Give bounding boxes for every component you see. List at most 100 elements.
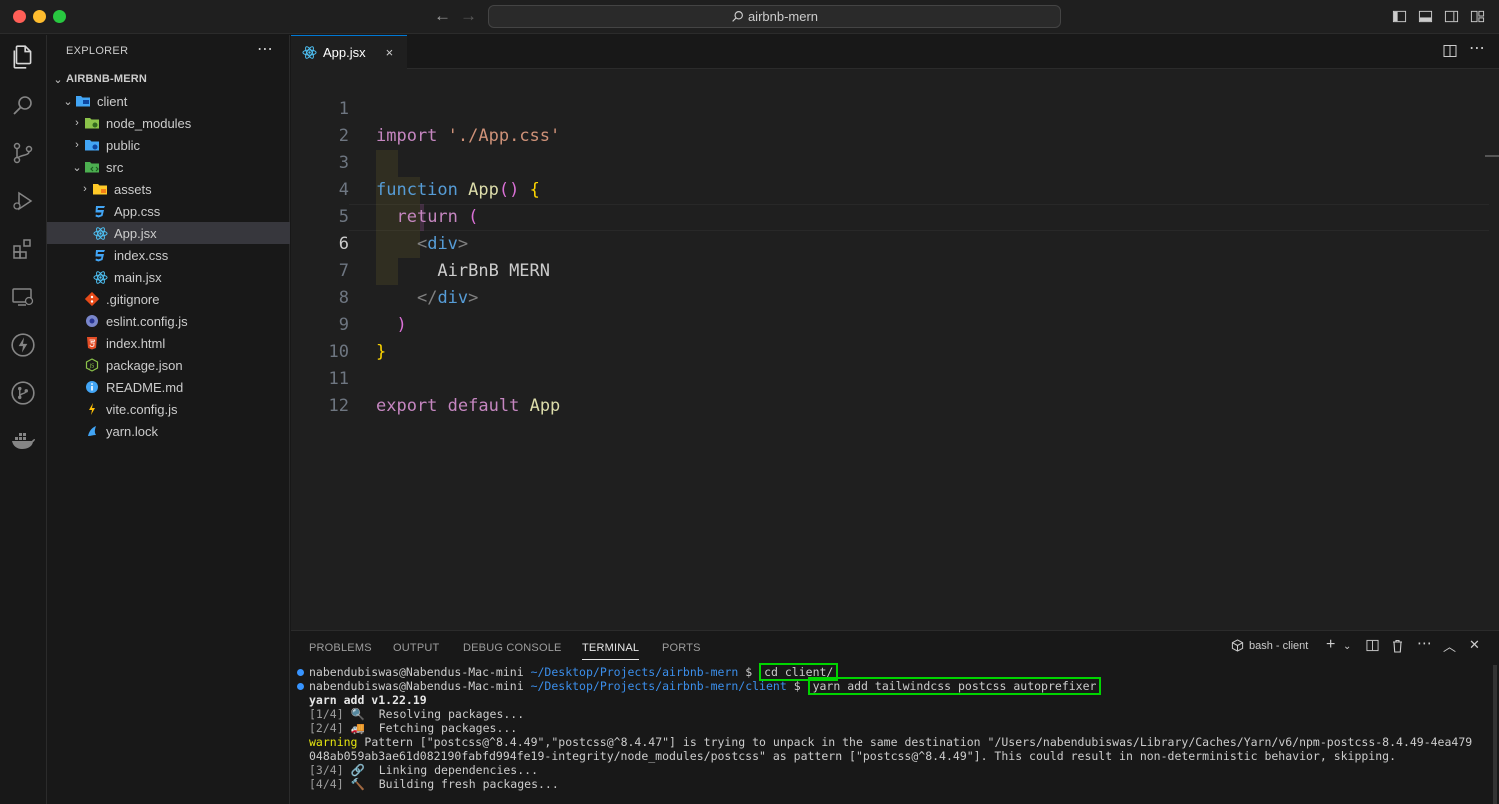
tab-problems[interactable]: PROBLEMS [309, 642, 372, 654]
tree-root[interactable]: ⌄ AIRBNB-MERN [47, 68, 290, 90]
zoom-window-button[interactable] [53, 10, 66, 23]
terminal-selector[interactable]: bash - client [1231, 639, 1308, 652]
tab-terminal[interactable]: TERMINAL [582, 642, 640, 660]
step-counter: [2/4] [309, 721, 344, 735]
terminal-line: [3/4] 🔗 Linking dependencies... [309, 763, 538, 777]
yarn-file-icon [84, 423, 100, 439]
tab-debug-console[interactable]: DEBUG CONSOLE [463, 642, 562, 654]
toggle-secondary-sidebar-icon[interactable] [1444, 9, 1459, 24]
command-decoration-icon [297, 669, 304, 676]
tree-item-label: node_modules [106, 115, 192, 131]
tree-item-client[interactable]: ⌄ client [47, 90, 290, 112]
new-terminal-icon[interactable]: + [1326, 636, 1335, 654]
tree-item-assets[interactable]: › assets [47, 178, 290, 200]
tree-item-readme[interactable]: README.md [47, 376, 290, 398]
step-text: Resolving packages... [378, 707, 525, 721]
git-file-icon [84, 291, 100, 307]
minimize-window-button[interactable] [33, 10, 46, 23]
tree-item-app-css[interactable]: App.css [47, 200, 290, 222]
tree-item-label: eslint.config.js [106, 313, 188, 329]
code-editor[interactable]: 1 import './App.css' 2 3 function App() … [291, 69, 1499, 630]
chevron-down-icon: ⌄ [63, 95, 73, 108]
chevron-down-icon: ⌄ [53, 73, 63, 86]
source-control-icon[interactable] [9, 139, 37, 167]
terminal-line: nabendubiswas@Nabendus-Mac-mini ~/Deskto… [309, 663, 839, 681]
more-actions-icon[interactable]: ⋯ [1469, 38, 1485, 58]
code-line-12: 12 [291, 366, 1491, 416]
docker-icon[interactable] [9, 427, 37, 455]
line-number: 12 [328, 396, 349, 416]
tree-item-label: App.css [114, 203, 161, 219]
tree-item-public[interactable]: › public [47, 134, 290, 156]
truck-icon: 🚚 [350, 721, 365, 735]
tree-item-app-jsx[interactable]: App.jsx [47, 222, 290, 244]
search-icon[interactable] [9, 91, 37, 119]
more-actions-icon[interactable]: ⋯ [1417, 634, 1432, 652]
tree-item-index-css[interactable]: index.css [47, 244, 290, 266]
terminal-user: nabendubiswas@Nabendus-Mac-mini [309, 665, 524, 679]
tree-item-gitignore[interactable]: .gitignore [47, 288, 290, 310]
tree-item-node-modules[interactable]: › node_modules [47, 112, 290, 134]
extensions-icon[interactable] [9, 235, 37, 263]
trash-icon[interactable] [1391, 639, 1404, 653]
terminal-line: nabendubiswas@Nabendus-Mac-mini ~/Deskto… [309, 677, 1102, 695]
run-debug-icon[interactable] [9, 187, 37, 215]
tab-app-jsx[interactable]: App.jsx × [291, 35, 407, 69]
more-actions-icon[interactable]: ⋯ [257, 39, 273, 59]
code-token: default [447, 396, 520, 416]
assets-folder-icon [92, 181, 108, 197]
tree-item-label: README.md [106, 379, 184, 395]
terminal-path: ~/Desktop/Projects/airbnb-mern [530, 665, 739, 679]
chevron-right-icon: › [75, 139, 79, 151]
command-center-search[interactable]: airbnb-mern [488, 5, 1061, 28]
close-tab-icon[interactable]: × [386, 45, 394, 60]
close-window-button[interactable] [13, 10, 26, 23]
code-line-6: 6 AirBnB MERN [291, 204, 1491, 281]
tree-item-label: App.jsx [114, 225, 157, 241]
tree-item-package-json[interactable]: JS package.json [47, 354, 290, 376]
tree-item-yarn-lock[interactable]: yarn.lock [47, 420, 290, 442]
tab-ports[interactable]: PORTS [662, 642, 701, 654]
tree-item-eslint-config[interactable]: eslint.config.js [47, 310, 290, 332]
chevron-down-icon: ⌄ [72, 161, 82, 174]
tree-item-label: assets [114, 181, 152, 197]
chevron-down-icon[interactable]: ⌄ [1343, 641, 1351, 652]
editor-tab-bar: App.jsx × ⋯ [291, 35, 1499, 69]
remote-explorer-icon[interactable] [9, 283, 37, 311]
bottom-panel: PROBLEMS OUTPUT DEBUG CONSOLE TERMINAL P… [291, 630, 1499, 804]
tab-output[interactable]: OUTPUT [393, 642, 439, 654]
toggle-panel-icon[interactable] [1418, 9, 1433, 24]
lightning-icon[interactable] [9, 331, 37, 359]
terminal-prompt: $ [745, 665, 753, 679]
split-editor-icon[interactable] [1443, 44, 1457, 61]
highlighted-command: yarn add tailwindcss postcss autoprefixe… [807, 677, 1102, 695]
command-center-label: airbnb-mern [747, 9, 819, 24]
tree-item-main-jsx[interactable]: main.jsx [47, 266, 290, 288]
step-counter: [4/4] [309, 777, 344, 791]
customize-layout-icon[interactable] [1470, 9, 1485, 24]
eslint-file-icon [84, 313, 100, 329]
tree-item-index-html[interactable]: index.html [47, 332, 290, 354]
terminal-line: 048ab059ab3ae61d082190fabfd994fe19-integ… [309, 749, 1397, 763]
forward-arrow-icon[interactable]: → [460, 6, 477, 26]
split-terminal-icon[interactable] [1366, 639, 1379, 652]
terminal-user: nabendubiswas@Nabendus-Mac-mini [309, 679, 524, 693]
tree-item-vite-config[interactable]: vite.config.js [47, 398, 290, 420]
tree-item-label: main.jsx [114, 269, 162, 285]
svg-text:JS: JS [89, 364, 95, 370]
explorer-icon[interactable] [9, 43, 37, 71]
maximize-panel-icon[interactable]: ︿ [1443, 636, 1456, 655]
terminal-line: yarn add v1.22.19 [309, 693, 427, 707]
close-panel-icon[interactable]: ✕ [1469, 637, 1480, 653]
back-arrow-icon[interactable]: ← [434, 6, 451, 26]
code-line-11: 11 export default App [291, 339, 1491, 416]
toggle-primary-sidebar-icon[interactable] [1392, 9, 1407, 24]
git-graph-icon[interactable] [9, 379, 37, 407]
terminal-scrollbar[interactable] [1493, 665, 1497, 804]
explorer-title: EXPLORER [66, 45, 129, 57]
terminal-output[interactable]: nabendubiswas@Nabendus-Mac-mini ~/Deskto… [291, 663, 1499, 804]
tree-item-src[interactable]: ⌄ src [47, 156, 290, 178]
terminal-line: [4/4] 🔨 Building fresh packages... [309, 777, 559, 791]
vite-file-icon [84, 401, 100, 417]
code-line-8: 8 ) [291, 258, 1491, 335]
